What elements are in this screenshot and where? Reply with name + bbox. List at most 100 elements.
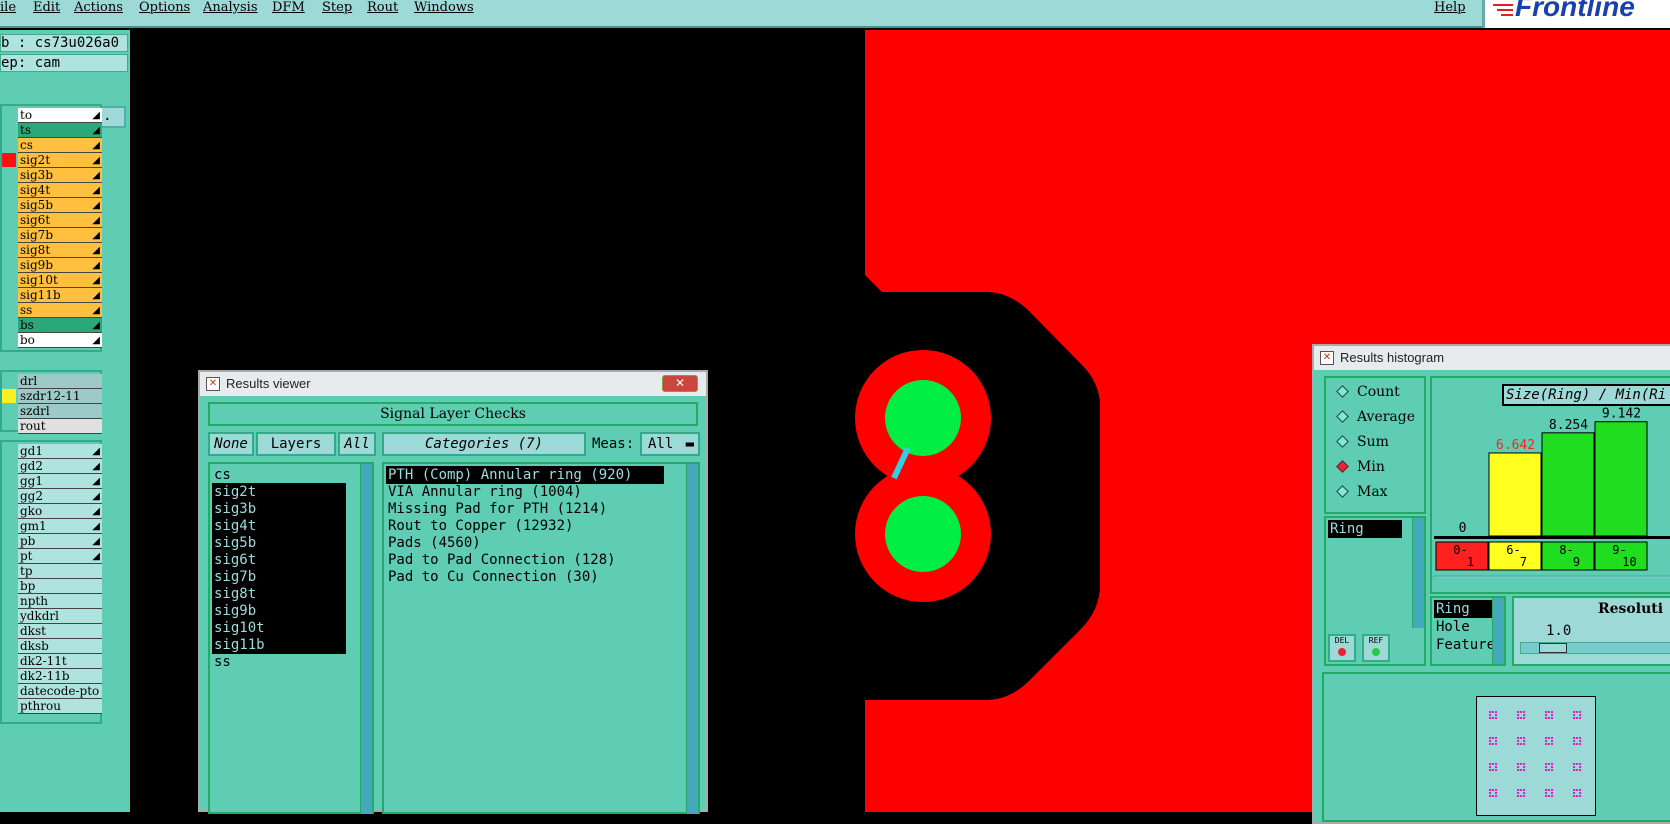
layer-row[interactable]: gg1 ◢	[18, 474, 102, 489]
layer-row[interactable]: sig2t ◢	[18, 153, 102, 168]
layer-list-scrollbar[interactable]	[360, 464, 372, 814]
histogram-hscrollbar[interactable]	[1433, 575, 1670, 578]
none-button[interactable]: None	[208, 432, 254, 456]
category-item[interactable]: Pad to Cu Connection (30)	[386, 568, 664, 586]
layer-row[interactable]: pb ◢	[18, 534, 102, 549]
histogram-bar[interactable]	[1594, 421, 1648, 537]
menu-edit[interactable]: Edit	[33, 0, 60, 15]
category-item[interactable]: Rout to Copper (12932)	[386, 517, 664, 535]
layer-result-item[interactable]: sig3b	[212, 500, 346, 518]
statistic-option-sum[interactable]: Sum	[1336, 434, 1389, 450]
close-button[interactable]: ✕	[662, 375, 698, 392]
layer-row[interactable]: ts ◢	[18, 123, 102, 138]
layer-row[interactable]: to ◢	[18, 108, 102, 123]
layer-name: sig11b	[20, 288, 61, 302]
layer-arrow-icon: ◢	[92, 230, 100, 241]
layer-row[interactable]: dkst	[18, 624, 102, 639]
measure-item-ring[interactable]: Ring	[1328, 520, 1402, 538]
layer-result-item[interactable]: cs	[212, 466, 346, 484]
resolution-slider[interactable]	[1520, 642, 1670, 654]
categories-button[interactable]: Categories (7)	[382, 432, 586, 456]
resolution-slider-thumb[interactable]	[1539, 643, 1567, 653]
layer-row[interactable]: npth	[18, 594, 102, 609]
statistic-option-min[interactable]: Min	[1336, 459, 1385, 475]
menu-windows[interactable]: Windows	[414, 0, 474, 15]
layer-row[interactable]: sig3b ◢	[18, 168, 102, 183]
attr-item-hole[interactable]: Hole	[1436, 618, 1470, 636]
layer-row[interactable]: sig11b ◢	[18, 288, 102, 303]
measure-scrollbar[interactable]	[1412, 518, 1424, 628]
layer-row[interactable]: sig8t ◢	[18, 243, 102, 258]
layer-row[interactable]: ydkdrl	[18, 609, 102, 624]
layer-row[interactable]: gg2 ◢	[18, 489, 102, 504]
layer-name: drl	[20, 374, 38, 388]
layer-result-item[interactable]: sig5b	[212, 534, 346, 552]
layer-row[interactable]: bp	[18, 579, 102, 594]
statistic-option-average[interactable]: Average	[1336, 409, 1415, 425]
layer-result-item[interactable]: sig6t	[212, 551, 346, 569]
layer-row[interactable]: bo ◢	[18, 333, 102, 348]
layer-row[interactable]: datecode-pto	[18, 684, 102, 699]
menu-dfm[interactable]: DFM	[272, 0, 305, 15]
menu-rout[interactable]: Rout	[367, 0, 398, 15]
layer-result-item[interactable]: sig10t	[212, 619, 346, 637]
layer-row[interactable]: ss ◢	[18, 303, 102, 318]
histogram-bar[interactable]	[1541, 432, 1595, 537]
layers-button[interactable]: Layers	[256, 432, 336, 456]
layer-row[interactable]: sig10t ◢	[18, 273, 102, 288]
layer-row[interactable]: sig7b ◢	[18, 228, 102, 243]
menu-file[interactable]: ile	[0, 0, 16, 15]
attr-item-feature[interactable]: Feature	[1436, 636, 1495, 654]
layer-row[interactable]: pt ◢	[18, 549, 102, 564]
layer-row[interactable]: szdr12-11	[18, 389, 102, 404]
layer-row[interactable]: dksb	[18, 639, 102, 654]
menu-analysis[interactable]: Analysis	[203, 0, 258, 15]
all-button[interactable]: All	[338, 432, 376, 456]
ref-button[interactable]: REF	[1362, 634, 1390, 662]
menu-help[interactable]: Help	[1434, 0, 1466, 15]
layer-row[interactable]: gd1 ◢	[18, 444, 102, 459]
layer-result-item[interactable]: sig11b	[212, 636, 346, 654]
layer-result-item[interactable]: sig8t	[212, 585, 346, 603]
layer-result-item[interactable]: sig4t	[212, 517, 346, 535]
layer-row[interactable]: sig5b ◢	[18, 198, 102, 213]
layer-result-item[interactable]: sig9b	[212, 602, 346, 620]
statistic-option-count[interactable]: Count	[1336, 384, 1400, 400]
attr-scrollbar[interactable]	[1492, 598, 1504, 664]
layer-row[interactable]: gm1 ◢	[18, 519, 102, 534]
layer-row[interactable]: drl	[18, 374, 102, 389]
del-button[interactable]: DEL	[1328, 634, 1356, 662]
menu-actions[interactable]: Actions	[74, 0, 123, 15]
layer-row[interactable]: tp	[18, 564, 102, 579]
results-histogram-titlebar[interactable]: ✕ Results histogram	[1314, 346, 1670, 370]
layer-result-item[interactable]: sig2t	[212, 483, 346, 501]
layer-row[interactable]: bs ◢	[18, 318, 102, 333]
layer-row[interactable]: gko ◢	[18, 504, 102, 519]
menu-options[interactable]: Options	[139, 0, 190, 15]
category-item[interactable]: Pad to Pad Connection (128)	[386, 551, 664, 569]
layer-row[interactable]: szdrl	[18, 404, 102, 419]
category-list-scrollbar[interactable]	[686, 464, 698, 814]
layer-row[interactable]: pthrou	[18, 699, 102, 714]
statistic-option-max[interactable]: Max	[1336, 484, 1388, 500]
layer-row[interactable]: gd2 ◢	[18, 459, 102, 474]
histogram-bar[interactable]	[1488, 452, 1542, 537]
category-item[interactable]: Pads (4560)	[386, 534, 664, 552]
layer-row[interactable]: dk2-11b	[18, 669, 102, 684]
layer-row[interactable]: cs ◢	[18, 138, 102, 153]
layer-result-item[interactable]: sig7b	[212, 568, 346, 586]
meas-select[interactable]: All ▬	[640, 432, 700, 456]
layer-row[interactable]: sig6t ◢	[18, 213, 102, 228]
attr-item-ring[interactable]: Ring	[1434, 600, 1496, 618]
layer-row[interactable]: rout	[18, 419, 102, 434]
category-item[interactable]: VIA Annular ring (1004)	[386, 483, 664, 501]
board-preview	[1476, 696, 1596, 816]
category-item[interactable]: PTH (Comp) Annular ring (920)	[386, 466, 664, 484]
results-viewer-titlebar[interactable]: ✕ Results viewer ✕	[200, 372, 706, 396]
layer-row[interactable]: sig9b ◢	[18, 258, 102, 273]
layer-result-item[interactable]: ss	[212, 653, 346, 671]
menu-step[interactable]: Step	[322, 0, 352, 15]
category-item[interactable]: Missing Pad for PTH (1214)	[386, 500, 664, 518]
layer-row[interactable]: sig4t ◢	[18, 183, 102, 198]
layer-row[interactable]: dk2-11t	[18, 654, 102, 669]
